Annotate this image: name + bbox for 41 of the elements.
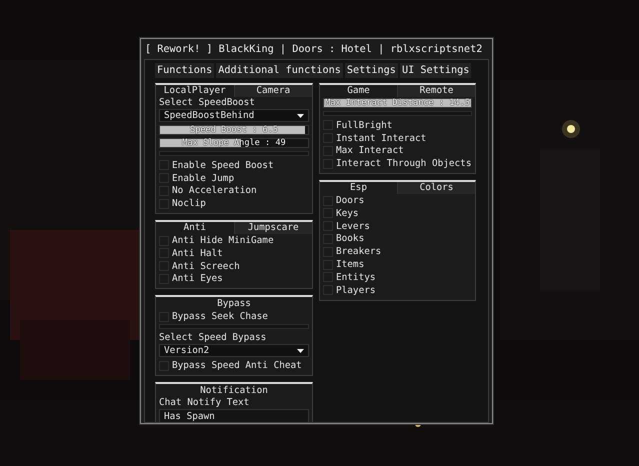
tab[interactable]: Jumpscare	[234, 222, 312, 234]
checkbox-label: Anti Eyes	[172, 273, 223, 284]
window-title: [ Rework! ] BlackKing | Doors : Hotel | rblxscriptsnet2	[144, 43, 484, 57]
field-label: Chat Notify Text	[159, 396, 250, 409]
checkbox-label: Enable Speed Boost	[172, 160, 274, 171]
checkbox-label: Enable Jump	[172, 172, 234, 184]
field-label: Select SpeedBoost	[159, 97, 256, 109]
checkbox-label: Instant Interact	[336, 132, 426, 144]
section-title: Notification	[199, 384, 269, 397]
field-label: Select Speed Bypass	[159, 332, 268, 344]
checkbox-label: Anti Halt	[172, 248, 223, 259]
checkbox-label: Max Interact	[336, 145, 404, 156]
checkbox-label: Bypass Seek Chase	[172, 311, 268, 322]
tab[interactable]: Remote	[397, 85, 475, 97]
section-title: Bypass	[216, 297, 252, 310]
tab[interactable]: Functions	[155, 63, 214, 78]
checkbox-label: Books	[336, 233, 364, 244]
tab[interactable]: Colors	[397, 182, 475, 194]
checkbox-label: FullBright	[336, 120, 392, 131]
checkbox-label: Doors	[336, 195, 364, 206]
checkbox-label: Entitys	[336, 272, 376, 283]
tab[interactable]: Camera	[234, 85, 312, 97]
caret-icon	[297, 348, 304, 353]
checkbox-label: Anti Screech	[172, 260, 240, 272]
checkbox-label: Players	[336, 284, 376, 296]
checkbox-label: Anti Hide MiniGame	[172, 235, 274, 246]
tab[interactable]: Additional functions	[216, 63, 343, 78]
checkbox-label: Interact Through Objects	[336, 158, 472, 170]
checkbox-label: Keys	[336, 208, 359, 219]
text-field[interactable]: Has Spawn	[159, 408, 309, 422]
dropdown[interactable]: Version2	[159, 344, 309, 358]
checkbox-label: Items	[336, 259, 364, 270]
tab[interactable]: Settings	[344, 63, 398, 78]
checkbox-label: Levers	[336, 220, 370, 232]
checkbox-label: Breakers	[336, 246, 382, 258]
caret-icon	[297, 114, 304, 118]
dropdown[interactable]: SpeedBoostBehind	[159, 109, 309, 122]
checkbox-label: Bypass Speed Anti Cheat	[172, 360, 302, 372]
checkbox-label: No Acceleration	[172, 185, 257, 196]
checkbox-label: Noclip	[172, 198, 206, 210]
tab[interactable]: UI Settings	[400, 63, 472, 78]
